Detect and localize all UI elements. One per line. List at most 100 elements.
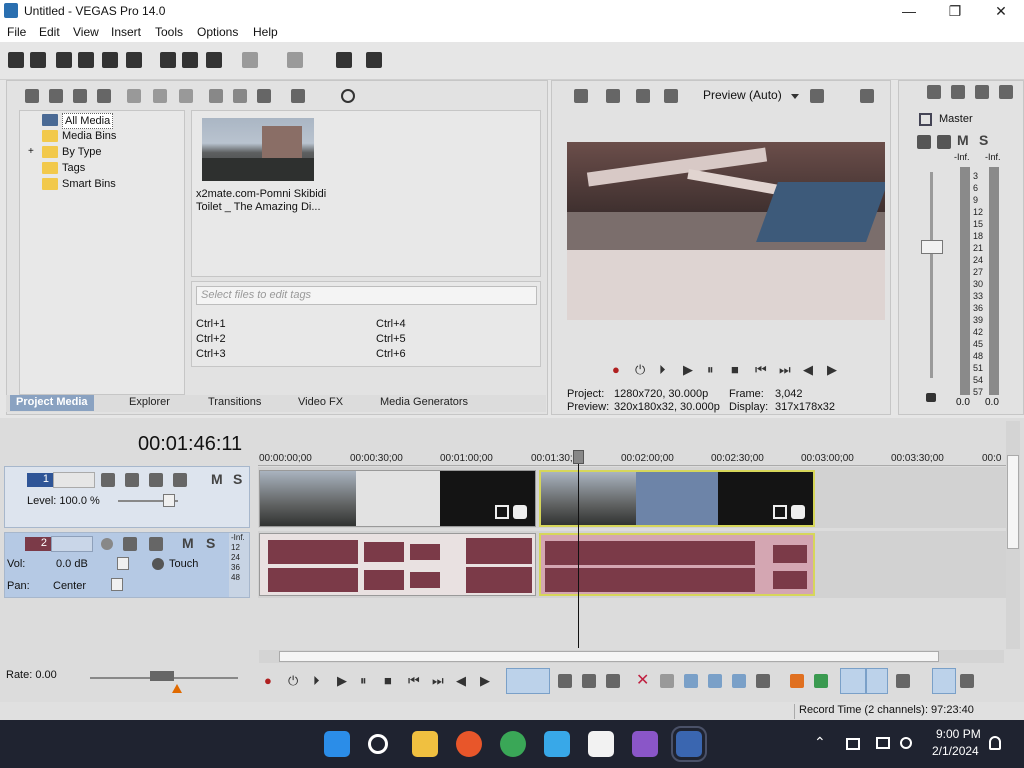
search-icon[interactable] [368,734,388,754]
trim-icon[interactable] [660,674,674,688]
snapping-icon[interactable] [840,668,866,694]
external-monitor-icon[interactable] [606,89,620,103]
compositing-mode-icon[interactable] [101,473,115,487]
help-icon[interactable] [366,52,382,68]
capture-video-icon[interactable] [49,89,63,103]
invert-phase-icon[interactable] [123,537,137,551]
mixer-properties-icon[interactable] [999,85,1013,99]
expand-icon[interactable]: + [28,145,34,159]
normal-edit-tool-icon[interactable] [506,668,550,694]
trim-end-icon[interactable] [708,674,722,688]
open-icon[interactable] [30,52,46,68]
enable-snapping-icon[interactable] [336,52,352,68]
7zip-icon[interactable] [588,731,614,757]
close-button[interactable]: ✕ [978,0,1024,22]
event-fx-icon[interactable] [791,505,805,519]
vertical-scrollbar[interactable] [1006,421,1020,649]
stop-icon[interactable] [233,89,247,103]
track-fx-icon[interactable] [173,473,187,487]
render-icon[interactable] [102,52,118,68]
audio-clip[interactable] [259,533,536,596]
media-fx-icon[interactable] [153,89,167,103]
event-pan-crop-icon[interactable] [773,505,787,519]
mixer-settings-icon[interactable] [927,85,941,99]
web-media-icon[interactable] [97,89,111,103]
trim-start-icon[interactable] [684,674,698,688]
import-media-icon[interactable] [25,89,39,103]
chrome-icon[interactable] [500,731,526,757]
preview-quality-chevron-icon[interactable] [791,94,799,99]
get-media-icon[interactable] [73,89,87,103]
notifications-icon[interactable] [989,736,1001,750]
event-pan-crop-icon[interactable] [495,505,509,519]
zoom-edit-tool-icon[interactable] [606,674,620,688]
copy-snapshot-icon[interactable] [860,89,874,103]
selection-edit-tool-icon[interactable] [582,674,596,688]
go-to-end-icon[interactable]: ⏭ [779,362,791,378]
previous-frame-icon[interactable]: ◀ [803,362,813,378]
network-icon[interactable] [846,738,860,750]
tab-explorer[interactable]: Explorer [129,396,170,408]
vol-slider-thumb[interactable] [117,557,129,570]
media-thumbnail[interactable] [202,118,314,181]
loop-playback-icon[interactable]: ⏻ [288,673,298,689]
vegas-taskbar-icon[interactable] [671,726,707,762]
menu-options[interactable]: Options [197,25,238,39]
automation-mode[interactable]: Touch [169,558,198,570]
play-from-start-icon[interactable]: ⏵ [313,673,320,689]
lock-envelopes-icon[interactable] [932,668,956,694]
undo-icon[interactable] [242,52,258,68]
video-clip[interactable] [259,470,536,527]
delete-icon[interactable]: ✕ [636,670,649,690]
bus-fx-icon[interactable] [917,135,931,149]
paste-icon[interactable] [206,52,222,68]
rate-thumb-icon[interactable] [150,671,174,681]
new-icon[interactable] [8,52,24,68]
bus-settings-icon[interactable] [937,135,951,149]
pan-slider-thumb[interactable] [111,578,123,591]
views-icon[interactable] [291,89,305,103]
go-to-start-icon[interactable]: ⏮ [755,362,767,378]
loop-playback-icon[interactable]: ⏻ [635,362,645,378]
playhead-handle[interactable] [573,450,584,464]
save-as-icon[interactable] [78,52,94,68]
lock-icon[interactable] [926,393,936,402]
stop-icon[interactable]: ■ [384,673,392,688]
ignore-grouping-icon[interactable] [960,674,974,688]
copy-icon[interactable] [182,52,198,68]
level-slider-thumb[interactable] [163,494,175,507]
split-icon[interactable] [732,674,746,688]
menu-file[interactable]: File [7,25,26,39]
menu-insert[interactable]: Insert [111,25,141,39]
preview-quality-dropdown[interactable]: Preview (Auto) [703,88,782,102]
remove-icon[interactable] [127,89,141,103]
redo-icon[interactable] [287,52,303,68]
maximize-button[interactable]: ❐ [932,0,978,22]
audio-track-header[interactable]: 2 M S Vol: 0.0 dB Touch Pan: Center -Inf… [4,532,250,598]
menu-tools[interactable]: Tools [155,25,183,39]
event-fx-icon[interactable] [513,505,527,519]
mute-button[interactable]: M [957,132,969,148]
clock-time[interactable]: 9:00 PM [936,727,981,741]
tab-project-media[interactable]: Project Media [10,395,94,411]
automation-icon[interactable] [152,558,164,570]
file-explorer-icon[interactable] [412,731,438,757]
scroll-thumb[interactable] [279,651,939,662]
media-generators-icon[interactable] [179,89,193,103]
track-motion-icon[interactable] [149,473,163,487]
video-clip-selected[interactable] [539,470,815,527]
track-name-field[interactable] [53,472,95,488]
tab-transitions[interactable]: Transitions [208,396,261,408]
arm-for-record-icon[interactable] [101,538,113,550]
pause-icon[interactable]: ⏸ [360,673,367,689]
marker-icon[interactable] [790,674,804,688]
go-to-start-icon[interactable]: ⏮ [408,673,420,689]
volume-muted-icon[interactable] [900,737,912,749]
previous-frame-icon[interactable]: ◀ [456,673,466,689]
pause-icon[interactable]: ⏸ [707,362,714,378]
display-icon[interactable] [876,737,890,749]
region-icon[interactable] [814,674,828,688]
play-icon[interactable]: ▶ [337,673,347,689]
show-hidden-icons-icon[interactable]: ⌃ [814,734,826,751]
menu-help[interactable]: Help [253,25,278,39]
